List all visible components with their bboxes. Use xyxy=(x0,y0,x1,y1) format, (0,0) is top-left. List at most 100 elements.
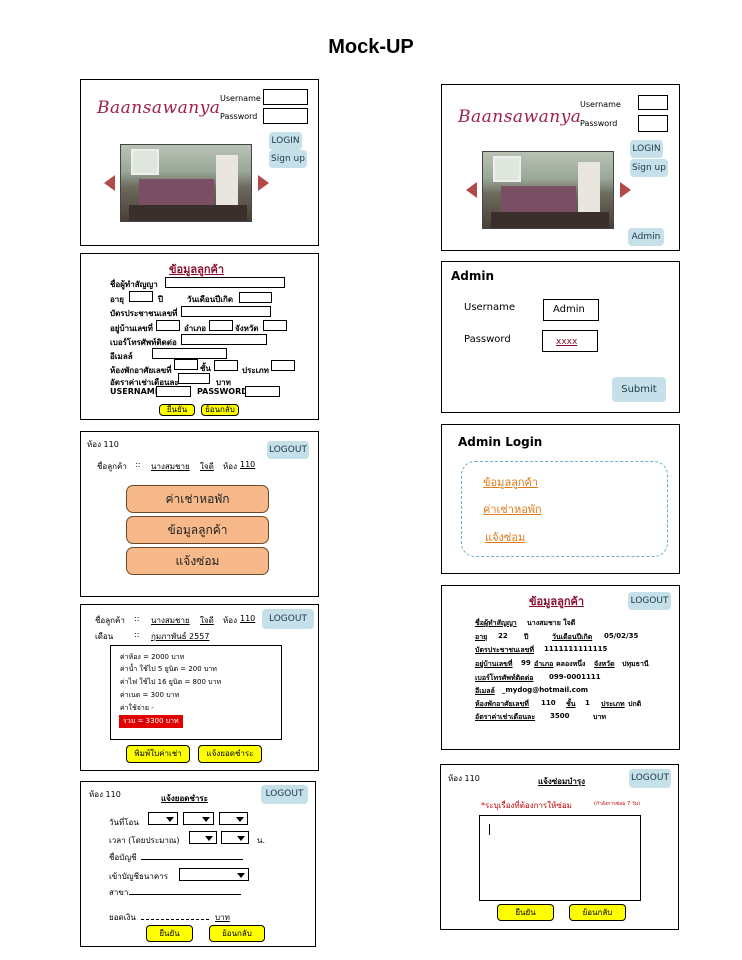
back-button[interactable]: ย้อนกลับ xyxy=(569,904,626,921)
customer-label: ชื่อลูกค้า xyxy=(95,616,125,625)
rent-link[interactable]: ค่าเช่าหอพัก xyxy=(483,500,542,518)
password-input[interactable] xyxy=(263,108,308,124)
password-input[interactable]: xxxx xyxy=(542,330,598,352)
bank-select[interactable] xyxy=(179,868,249,881)
age-label: อายุ xyxy=(475,633,488,641)
username-input[interactable] xyxy=(638,95,668,110)
phone-label: เบอร์โทรศัพท์ติดต่อ xyxy=(475,674,534,682)
username-input[interactable] xyxy=(156,386,191,397)
password-input[interactable] xyxy=(245,386,280,397)
confirm-button[interactable]: ยืนยัน xyxy=(159,404,195,416)
login-panel-admin: Baansawanya Username Password LOGIN Sign… xyxy=(441,84,680,251)
age-label: อายุ xyxy=(110,295,124,304)
floor-value: 1 xyxy=(585,699,590,707)
customer-info-menu-button[interactable]: ข้อมูลลูกค้า xyxy=(126,516,269,544)
name-value: นางสมชาย ใจดี xyxy=(527,619,576,627)
signup-button[interactable]: Sign up xyxy=(269,150,307,168)
customer-info-link[interactable]: ข้อมูลลูกค้า xyxy=(483,473,538,491)
room-photo xyxy=(482,151,614,229)
username-input[interactable]: Admin xyxy=(543,299,599,321)
admin-login-panel: Admin Login ข้อมูลลูกค้า ค่าเช่าหอพัก แจ… xyxy=(441,424,680,574)
login-button[interactable]: LOGIN xyxy=(630,140,663,158)
customer-name: นางสมชาย xyxy=(151,462,190,471)
birth-value: 05/02/35 xyxy=(604,632,639,640)
signup-button[interactable]: Sign up xyxy=(630,159,668,177)
back-button[interactable]: ย้อนกลับ xyxy=(209,925,265,942)
type-value: ปกติ xyxy=(628,700,642,708)
baht-label: บาท xyxy=(593,713,606,721)
room-label: ห้องพักอาศัยเลขที่ xyxy=(475,700,529,708)
district-input[interactable] xyxy=(209,320,233,331)
login-button[interactable]: LOGIN xyxy=(269,132,302,150)
notify-payment-button[interactable]: แจ้งยอดชำระ xyxy=(198,745,262,763)
province-input[interactable] xyxy=(263,320,287,331)
minute-select[interactable] xyxy=(221,831,249,844)
username-input[interactable] xyxy=(263,89,308,105)
email-label: อีเมลล์ xyxy=(475,687,495,695)
rent-input[interactable] xyxy=(178,373,210,384)
logout-button[interactable]: LOGOUT xyxy=(261,785,308,804)
floor-input[interactable] xyxy=(214,360,238,371)
print-bill-button[interactable]: พิมพ์ใบค่าเช่า xyxy=(126,745,190,763)
repair-details-textarea[interactable] xyxy=(479,815,641,901)
next-arrow-icon[interactable] xyxy=(258,175,269,191)
next-arrow-icon[interactable] xyxy=(620,182,631,198)
logout-button[interactable]: LOGOUT xyxy=(629,769,671,788)
birth-label: วันเดือนปีเกิด xyxy=(552,633,593,641)
previous-arrow-icon[interactable] xyxy=(104,175,115,191)
room-label: ห้อง xyxy=(223,616,237,625)
room-input[interactable] xyxy=(174,359,198,370)
room-no: 110 xyxy=(240,614,256,623)
rent-menu-button[interactable]: ค่าเช่าหอพัก xyxy=(126,485,269,513)
logout-button[interactable]: LOGOUT xyxy=(628,592,671,610)
amount-label: ยอดเงิน xyxy=(109,913,136,922)
email-input[interactable] xyxy=(152,348,227,359)
age-input[interactable] xyxy=(129,291,153,302)
month-select[interactable] xyxy=(183,812,214,825)
address-label: อยู่บ้านเลขที่ xyxy=(110,324,153,333)
confirm-button[interactable]: ยืนยัน xyxy=(497,904,554,921)
account-label: ชื่อบัญชี xyxy=(109,853,137,862)
branch-input[interactable] xyxy=(129,894,241,895)
repair-link[interactable]: แจ้งซ่อม xyxy=(485,528,525,546)
username-label: Username xyxy=(220,94,261,103)
day-select[interactable] xyxy=(148,812,178,825)
district-label: อำเภอ xyxy=(534,660,554,668)
logout-button[interactable]: LOGOUT xyxy=(262,609,314,629)
id-input[interactable] xyxy=(181,306,271,317)
name-label: ชื่อผู้ทำสัญญา xyxy=(110,280,158,289)
address-no: 99 xyxy=(521,659,531,667)
password-input[interactable] xyxy=(638,115,668,132)
admin-button[interactable]: Admin xyxy=(628,228,664,246)
amount-input[interactable] xyxy=(141,919,209,920)
bill-line: ค่าห้อง = 2000 บาท xyxy=(120,653,185,661)
customer-label: ชื่อลูกค้า xyxy=(97,462,127,471)
birth-input[interactable] xyxy=(239,292,272,303)
email-label: อีเมลล์ xyxy=(110,352,133,361)
hour-select[interactable] xyxy=(189,831,217,844)
back-button[interactable]: ย้อนกลับ xyxy=(201,404,239,416)
type-input[interactable] xyxy=(271,360,295,371)
phone-value: 099-0001111 xyxy=(549,673,601,681)
bill-line: ค่าน้ำ ใช้ไป 5 ยูนิต = 200 บาท xyxy=(120,665,217,673)
room-photo xyxy=(120,144,252,222)
year-select[interactable] xyxy=(219,812,248,825)
customer-info-panel: ข้อมูลลูกค้า LOGOUT ชื่อผู้ทำสัญญา นางสม… xyxy=(441,585,680,750)
repair-menu-button[interactable]: แจ้งซ่อม xyxy=(126,547,269,575)
phone-input[interactable] xyxy=(181,334,267,345)
previous-arrow-icon[interactable] xyxy=(466,182,477,198)
repair-heading: แจ้งซ่อมบำรุง xyxy=(538,777,586,786)
email-value: _mydog@hotmail.com xyxy=(502,686,589,694)
bill-line: ค่าใช้จ่าย - xyxy=(120,704,154,712)
amount-unit: บาท xyxy=(215,913,230,922)
name-input[interactable] xyxy=(165,277,285,288)
account-input[interactable] xyxy=(141,859,243,860)
confirm-button[interactable]: ยืนยัน xyxy=(146,925,193,942)
logout-button[interactable]: LOGOUT xyxy=(267,441,309,459)
submit-button[interactable]: Submit xyxy=(612,377,666,402)
address-input[interactable] xyxy=(156,320,180,331)
type-label: ประเภท xyxy=(601,700,625,708)
password-label: Password xyxy=(580,119,618,128)
customer-name: นางสมชาย xyxy=(151,616,190,625)
customer-info-heading: ข้อมูลลูกค้า xyxy=(529,595,585,608)
